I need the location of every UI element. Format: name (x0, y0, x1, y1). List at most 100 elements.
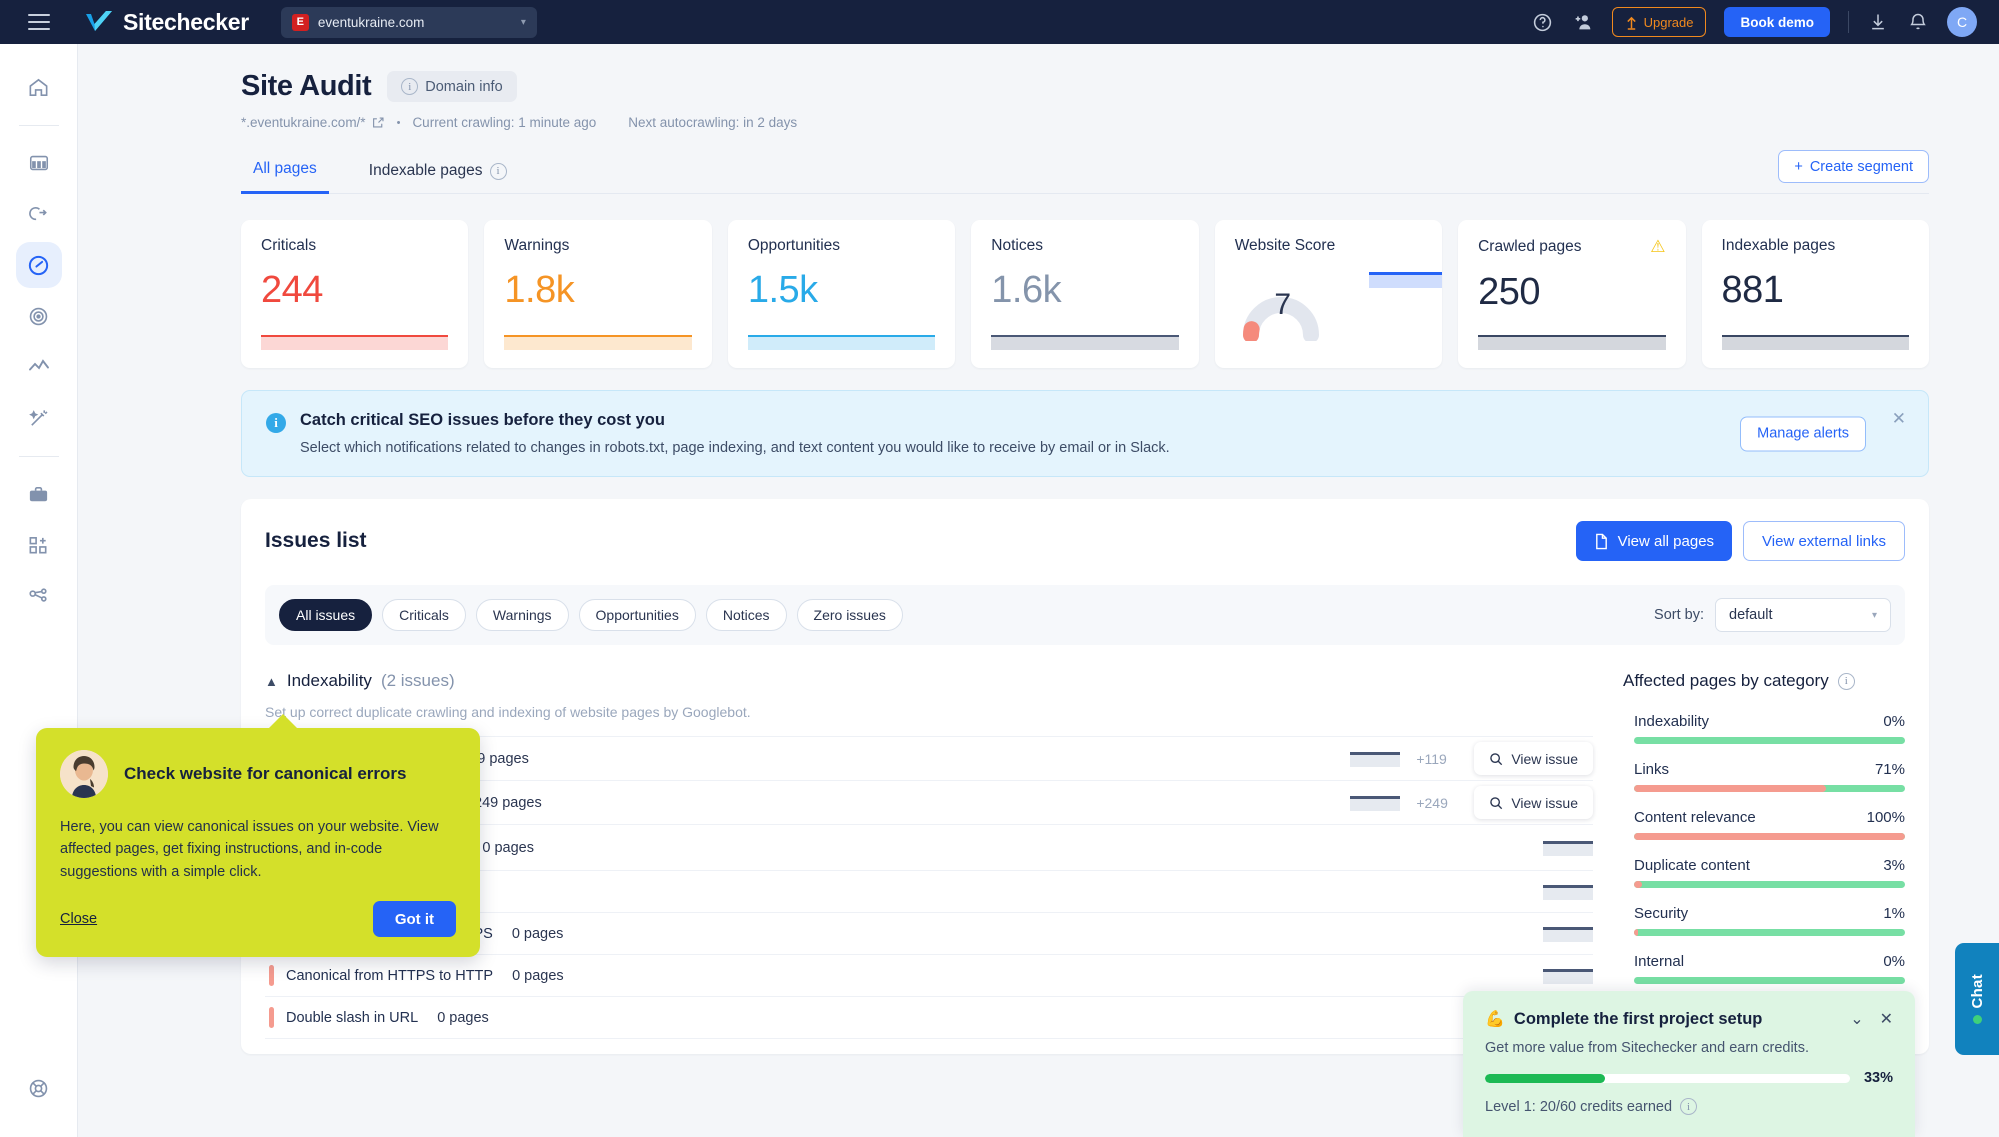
view-external-links-button[interactable]: View external links (1743, 521, 1905, 561)
warning-triangle-icon[interactable]: ⚠ (1650, 237, 1665, 257)
url-mask-label: *.eventukraine.com/* (241, 115, 366, 130)
severity-indicator (269, 1007, 274, 1028)
chevron-down-icon[interactable]: ⌄ (1850, 1009, 1863, 1029)
metric-card-indexable-pages[interactable]: Indexable pages 881 (1701, 220, 1929, 368)
muscle-emoji-icon: 💪 (1485, 1011, 1505, 1028)
coach-tooltip: Check website for canonical errors Here,… (36, 713, 480, 958)
coach-close-link[interactable]: Close (60, 911, 97, 927)
filter-zero-issues[interactable]: Zero issues (796, 599, 903, 631)
group-description: Set up correct duplicate crawling and in… (265, 704, 751, 720)
domain-selector[interactable]: E eventukraine.com ▾ (280, 6, 537, 38)
banner-title: Catch critical SEO issues before they co… (300, 411, 665, 429)
toast-level-label: Level 1: 20/60 credits earned (1485, 1098, 1673, 1115)
create-segment-button[interactable]: + Create segment (1778, 150, 1929, 183)
category-label: Links (1634, 761, 1670, 778)
sort-by-select[interactable]: default ▾ (1715, 598, 1891, 632)
filter-criticals[interactable]: Criticals (382, 599, 466, 631)
bell-icon[interactable] (1907, 11, 1929, 33)
domain-info-button[interactable]: i Domain info (387, 71, 517, 102)
sort-by-value: default (1729, 607, 1773, 623)
category-bar (1634, 977, 1905, 984)
divider (1848, 11, 1849, 33)
divider (18, 125, 59, 126)
sidebar-item-keyword-research[interactable] (16, 191, 62, 237)
sidebar-item-site-audit[interactable] (15, 242, 62, 288)
card-label: Website Score (1234, 237, 1336, 254)
url-mask-link[interactable]: *.eventukraine.com/* (241, 115, 385, 130)
help-circle-icon[interactable] (1532, 11, 1554, 33)
info-circle-icon[interactable]: i (1837, 672, 1855, 690)
avatar[interactable]: C (1947, 7, 1977, 37)
table-icon (29, 155, 48, 171)
metric-card-crawled-pages[interactable]: Crawled pages ⚠ 250 (1458, 220, 1686, 368)
issue-group-indexability[interactable]: ▲ Indexability (2 issues) (265, 671, 1593, 691)
filter-notices[interactable]: Notices (705, 599, 787, 631)
table-row[interactable]: Double slash in URL 0 pages (265, 996, 1593, 1038)
card-label: Crawled pages (1478, 238, 1582, 255)
group-name: Indexability (286, 671, 372, 690)
sidebar-item-home[interactable] (16, 64, 62, 110)
progress-percent: 33% (1863, 1070, 1893, 1086)
view-issue-label: View issue (1511, 750, 1578, 767)
main-content: Site Audit i Domain info *.eventukraine.… (78, 44, 1999, 1137)
sparkline (1543, 968, 1593, 984)
manage-alerts-button[interactable]: Manage alerts (1740, 416, 1866, 451)
info-circle-icon[interactable]: i (1680, 1098, 1698, 1115)
issue-pages: 0 pages (511, 925, 564, 942)
sidebar-item-share[interactable] (16, 573, 62, 619)
category-label: Content relevance (1634, 809, 1756, 826)
magic-wand-icon (29, 409, 48, 426)
search-icon (1490, 752, 1503, 765)
metric-card-website-score[interactable]: Website Score 7 (1214, 220, 1443, 368)
sidebar-item-analytics[interactable] (16, 344, 62, 390)
sidebar-item-integrations[interactable] (16, 522, 62, 568)
table-row[interactable] (265, 1038, 1593, 1054)
chat-button[interactable]: Chat (1955, 943, 1999, 1055)
filter-warnings[interactable]: Warnings (475, 599, 569, 631)
table-row[interactable]: Canonical from HTTPS to HTTP 0 pages (265, 954, 1593, 996)
upgrade-button[interactable]: Upgrade (1611, 7, 1707, 37)
sidebar-item-rank-tracker[interactable] (16, 293, 62, 339)
close-icon[interactable]: ✕ (1892, 409, 1906, 429)
metric-card-notices[interactable]: Notices 1.6k (971, 220, 1199, 368)
category-label: Internal (1634, 953, 1685, 970)
page-title: Site Audit (241, 70, 372, 102)
brand-logo[interactable]: Sitechecker (84, 9, 249, 36)
book-demo-button[interactable]: Book demo (1724, 7, 1830, 37)
card-label: Opportunities (747, 237, 841, 254)
add-user-icon[interactable] (1572, 11, 1594, 33)
document-icon (1595, 533, 1607, 549)
filter-opportunities[interactable]: Opportunities (578, 599, 696, 631)
sidebar-item-agency[interactable] (16, 471, 62, 517)
category-bar (1634, 833, 1905, 840)
close-icon[interactable]: ✕ (1880, 1009, 1893, 1029)
external-link-icon (372, 117, 384, 128)
sparkline (1350, 795, 1401, 811)
sidebar-item-support[interactable] (16, 1065, 62, 1111)
download-icon[interactable] (1867, 11, 1889, 33)
category-percent: 1% (1883, 905, 1905, 922)
brand-name: Sitechecker (123, 8, 249, 35)
favicon-letter: E (296, 15, 305, 28)
online-status-dot (1972, 1015, 1982, 1025)
info-circle-icon: i (401, 78, 419, 95)
share-nodes-icon (29, 587, 47, 602)
upgrade-arrow-icon (1626, 16, 1636, 30)
view-all-pages-button[interactable]: View all pages (1575, 521, 1733, 561)
metric-card-opportunities[interactable]: Opportunities 1.5k (727, 220, 956, 368)
metric-card-warnings[interactable]: Warnings 1.8k (484, 220, 712, 368)
menu-icon[interactable] (28, 14, 50, 30)
metric-card-criticals[interactable]: Criticals 244 (241, 220, 469, 368)
sidebar-item-dashboard[interactable] (16, 140, 62, 186)
chevron-down-icon: ▾ (1871, 609, 1877, 621)
upgrade-label: Upgrade (1643, 14, 1694, 30)
filter-all-issues[interactable]: All issues (279, 599, 373, 631)
view-issue-button[interactable]: View issue (1474, 786, 1593, 819)
got-it-button[interactable]: Got it (372, 901, 456, 938)
sidebar-item-ai-tools[interactable] (16, 395, 62, 441)
selected-domain-label: eventukraine.com (317, 14, 425, 30)
tab-all-pages[interactable]: All pages (241, 160, 329, 194)
tab-indexable-pages[interactable]: Indexable pages i (357, 162, 519, 193)
view-issue-button[interactable]: View issue (1474, 742, 1593, 775)
chat-label: Chat (1968, 973, 1986, 1009)
